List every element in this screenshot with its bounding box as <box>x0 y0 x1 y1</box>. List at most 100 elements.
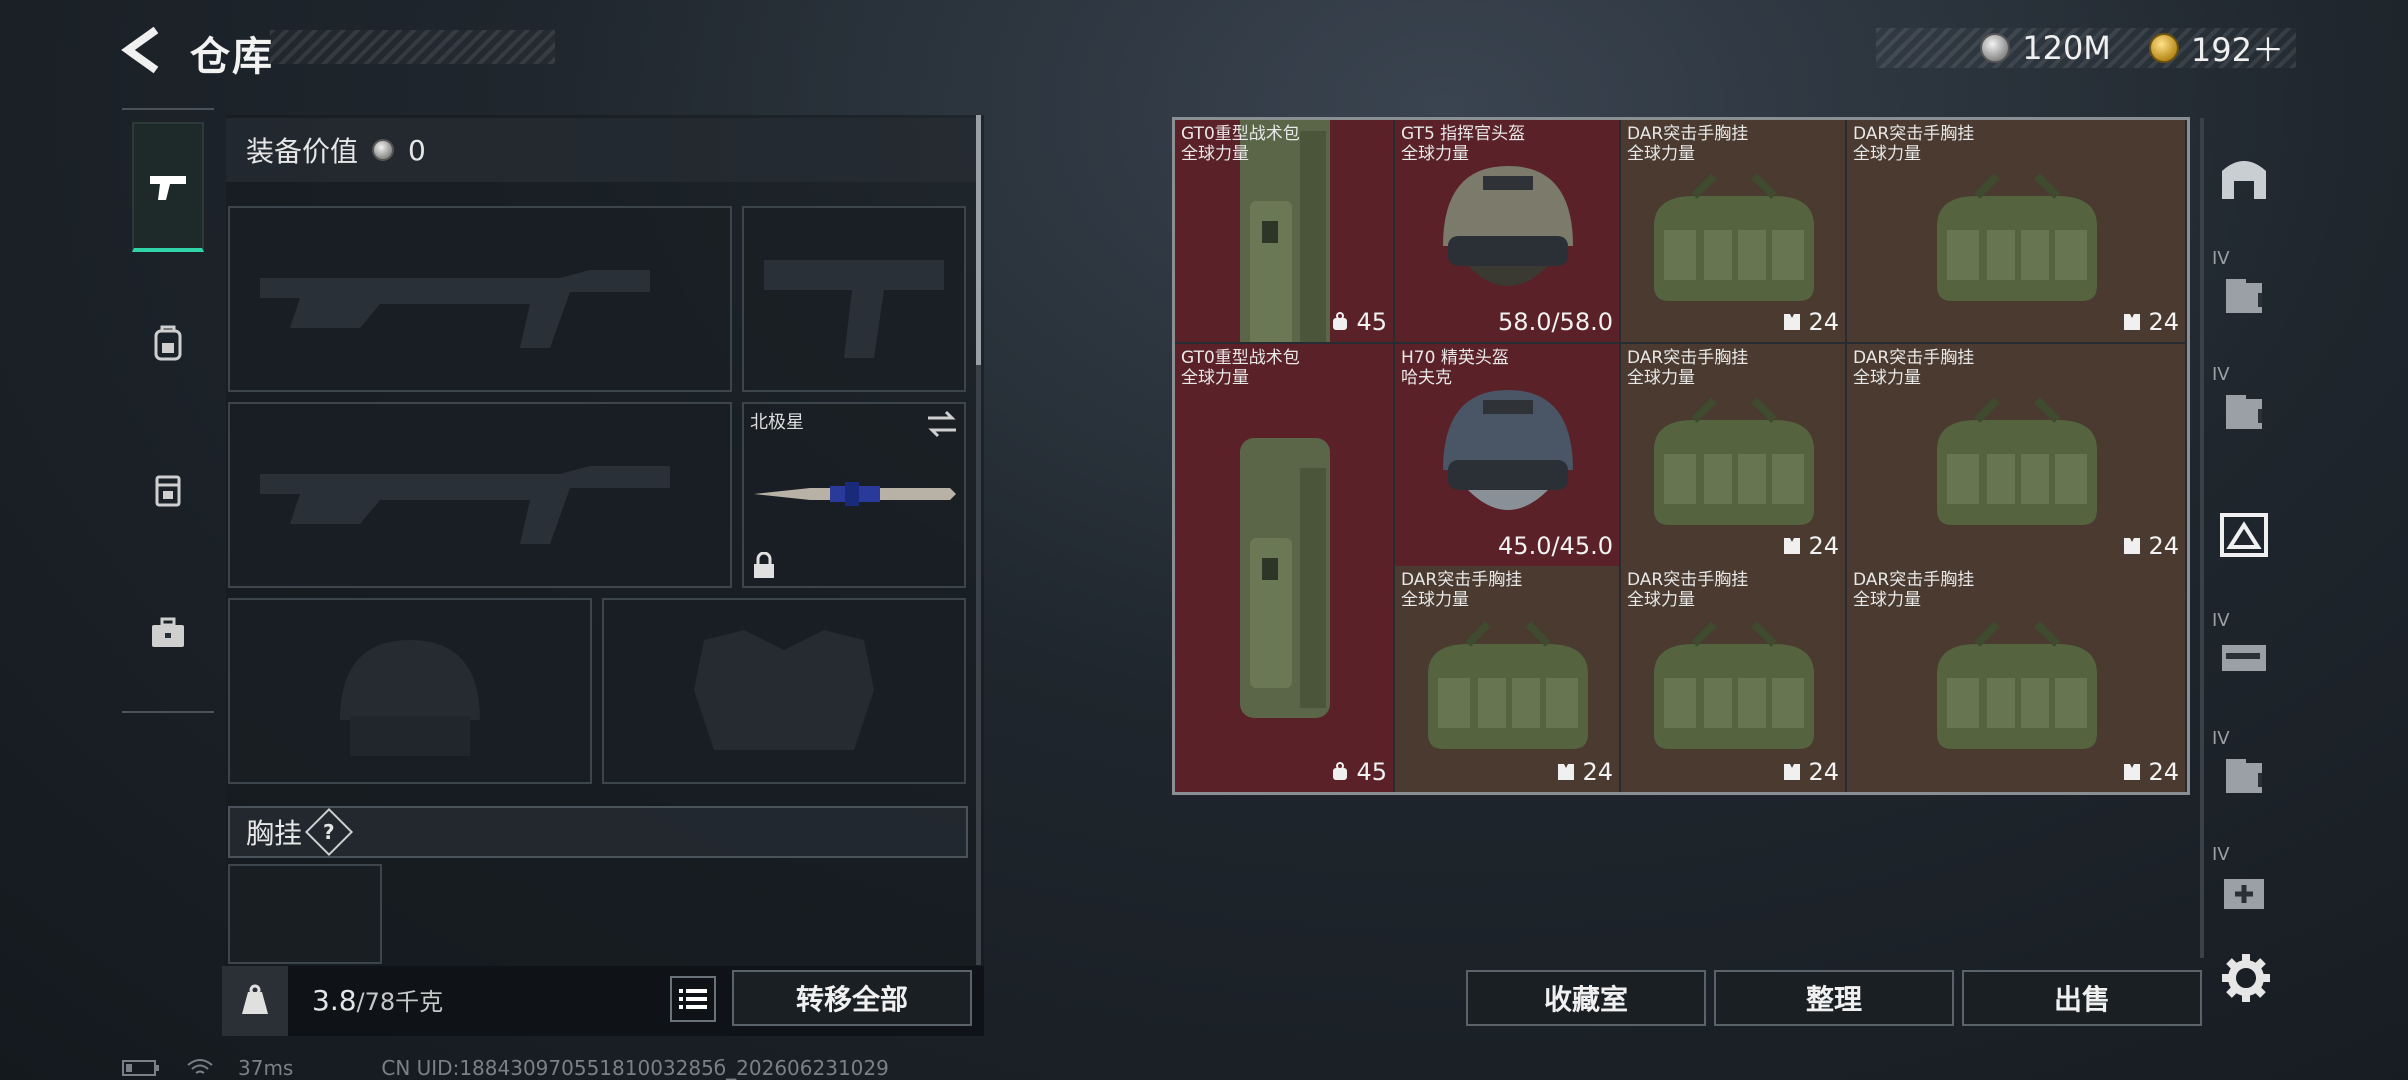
silver-coin-icon <box>1980 33 2011 63</box>
item-faction: 全球力量 <box>1401 144 1469 164</box>
vest-icon <box>1784 538 1801 554</box>
storage-item[interactable]: DAR突击手胸挂 全球力量 24 <box>1847 120 2185 342</box>
storage-item[interactable]: GT5 指挥官头盔 全球力量 58.0/58.0 <box>1395 120 1619 342</box>
armor-slot[interactable] <box>602 598 966 784</box>
item-stat-value: 24 <box>1808 308 1839 336</box>
list-icon <box>679 989 707 1009</box>
storage-tab-2[interactable]: IV <box>2210 240 2278 350</box>
storage-item[interactable]: DAR突击手胸挂 全球力量 24 <box>1395 566 1619 792</box>
storage-tab-1[interactable] <box>2210 124 2278 234</box>
equipment-value-label: 装备价值 <box>246 135 359 168</box>
storage-tab-6[interactable]: IV <box>2210 720 2278 830</box>
storage-item[interactable]: GT0重型战术包 全球力量 45 <box>1175 344 1393 792</box>
equipment-value-amount: 0 <box>408 133 426 167</box>
item-faction: 全球力量 <box>1181 368 1249 388</box>
chest-rig-slot[interactable] <box>228 864 382 964</box>
item-name: DAR突击手胸挂 <box>1853 348 1975 368</box>
storage-box-icon <box>2226 279 2262 313</box>
sidearm-slot[interactable] <box>742 206 966 392</box>
gold-currency-value[interactable]: 192＋ <box>2191 25 2284 71</box>
helmet-slot[interactable] <box>228 598 592 784</box>
silver-coin-icon <box>372 139 395 161</box>
item-faction: 全球力量 <box>1181 144 1249 164</box>
item-name: DAR突击手胸挂 <box>1401 570 1523 590</box>
medkit-box-icon <box>2224 879 2264 909</box>
vest-item-image <box>1654 173 1814 301</box>
weight-readout: 3.8/78千克 <box>312 982 443 1017</box>
category-nav <box>122 108 214 713</box>
collection-room-button[interactable]: 收藏室 <box>1466 970 1706 1026</box>
gun-case-icon <box>2222 645 2266 671</box>
nav-toolbox[interactable] <box>132 568 204 698</box>
vest-icon <box>1558 764 1575 780</box>
vest-item-image <box>1654 621 1814 749</box>
storage-item[interactable]: DAR突击手胸挂 全球力量 24 <box>1847 344 2185 566</box>
sort-button[interactable]: 整理 <box>1714 970 1954 1026</box>
melee-slot[interactable]: 北极星 <box>742 402 966 588</box>
item-stat-value: 45.0/45.0 <box>1498 532 1613 560</box>
storage-item[interactable]: DAR突击手胸挂 全球力量 24 <box>1621 120 1845 342</box>
vest-item-image <box>1937 397 2097 525</box>
status-bar: 37ms CN UID:18843097055181003285б_202606… <box>122 1056 889 1080</box>
chest-rig-label: 胸挂 <box>246 817 303 850</box>
storage-item[interactable]: DAR突击手胸挂 全球力量 24 <box>1621 344 1845 566</box>
storage-item[interactable]: DAR突击手胸挂 全球力量 24 <box>1847 566 2185 792</box>
storage-item[interactable]: GT0重型战术包 全球力量 45 <box>1175 120 1393 342</box>
item-name: GT5 指挥官头盔 <box>1401 124 1526 144</box>
help-button[interactable]: ? <box>304 807 354 857</box>
vest-icon <box>2124 314 2141 330</box>
item-name: DAR突击手胸挂 <box>1627 348 1749 368</box>
item-faction: 全球力量 <box>1627 590 1695 610</box>
item-stat-value: 24 <box>1808 532 1839 560</box>
primary-weapon-slot[interactable] <box>228 206 732 392</box>
sell-button[interactable]: 出售 <box>1962 970 2202 1026</box>
vest-item-image <box>1937 621 2097 749</box>
item-faction: 哈夫克 <box>1401 368 1452 388</box>
tier-badge: IV <box>2212 248 2230 269</box>
storage-grid: GT0重型战术包 全球力量 45 GT5 指挥官头盔 全球力量 58.0/58.0 DA… <box>1172 117 2190 795</box>
storage-item[interactable]: DAR突击手胸挂 全球力量 24 <box>1621 566 1845 792</box>
item-stat: 45 <box>1330 758 1387 786</box>
weight-max: /78千克 <box>356 988 444 1016</box>
loadout-scrollbar-track[interactable] <box>976 365 981 965</box>
storage-tabs-scrollbar[interactable] <box>2200 118 2204 958</box>
vest-item-image <box>1428 621 1588 749</box>
melee-item-name: 北极星 <box>750 412 804 433</box>
knife-icon <box>754 482 956 506</box>
back-button[interactable] <box>118 24 166 76</box>
weight-current: 3.8 <box>312 984 357 1017</box>
page-title: 仓库 <box>190 34 274 80</box>
item-stat: 24 <box>2122 308 2179 336</box>
list-view-button[interactable] <box>670 976 716 1022</box>
item-stat-value: 24 <box>2148 758 2179 786</box>
storage-tab-5[interactable]: IV <box>2210 602 2278 712</box>
chest-rig-header: 胸挂 ? <box>228 806 968 858</box>
storage-box-icon <box>2226 395 2262 429</box>
nav-weapons[interactable] <box>132 122 204 252</box>
toolbox-icon <box>152 617 184 647</box>
helmet-silhouette-icon <box>340 640 480 756</box>
help-icon: ? <box>323 819 335 844</box>
swap-icon[interactable] <box>926 410 958 438</box>
storage-tab-7[interactable]: IV <box>2210 836 2278 946</box>
settings-button[interactable] <box>2218 950 2274 1006</box>
storage-item[interactable]: H70 精英头盔 哈夫克 45.0/45.0 <box>1395 344 1619 566</box>
helmet-item-image <box>1443 390 1573 510</box>
vest-icon <box>1784 314 1801 330</box>
loadout-scrollbar-thumb[interactable] <box>976 115 981 365</box>
vest-icon <box>1784 764 1801 780</box>
tier-badge: IV <box>2212 728 2230 749</box>
storage-tab-3[interactable]: IV <box>2210 356 2278 466</box>
user-uid: CN UID:18843097055181003285б_20260623102… <box>381 1056 889 1080</box>
back-arrow-icon <box>121 26 159 74</box>
nav-pouch[interactable] <box>132 424 204 554</box>
item-stat-value: 45 <box>1356 308 1387 336</box>
secondary-weapon-slot[interactable] <box>228 402 732 588</box>
storage-box-icon <box>2226 759 2262 793</box>
transfer-all-button[interactable]: 转移全部 <box>732 970 972 1026</box>
gear-icon <box>2222 954 2270 1002</box>
tier-badge: IV <box>2212 364 2230 385</box>
storage-tab-4[interactable] <box>2210 480 2278 590</box>
vest-icon <box>2124 764 2141 780</box>
nav-backpack[interactable] <box>132 278 204 408</box>
